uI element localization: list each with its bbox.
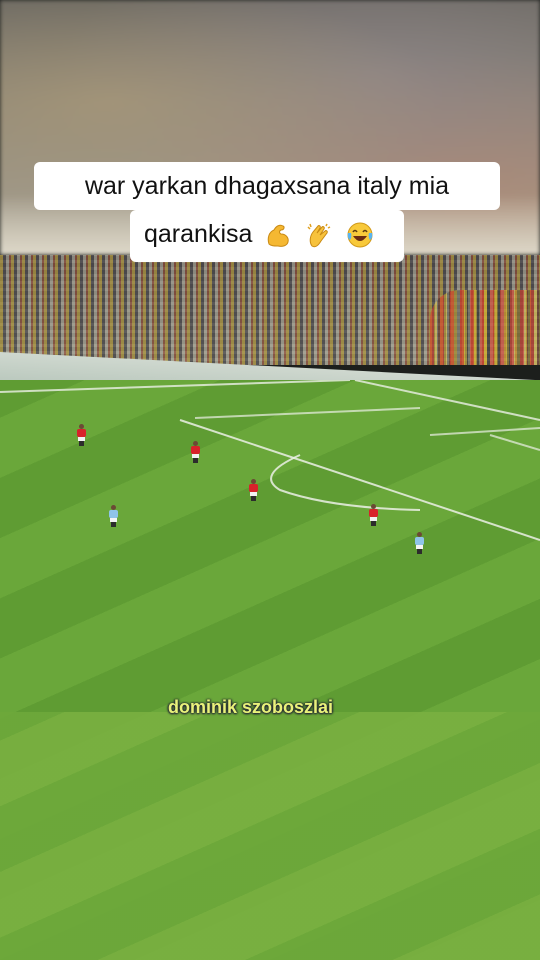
flexed-biceps-icon	[263, 220, 293, 250]
player-red	[248, 479, 258, 501]
caption-text-1: war yarkan dhagaxsana italy mia	[84, 172, 450, 200]
pitch-lower-half	[0, 712, 540, 960]
player-red	[368, 504, 378, 526]
player-name-label: dominik szoboszlai	[168, 697, 334, 717]
crowd-flags	[430, 290, 540, 365]
caption-text-2: qarankisa	[144, 220, 253, 248]
player-red	[76, 424, 86, 446]
caption-line-1: war yarkan dhagaxsana italy mia	[34, 162, 500, 210]
clapping-hands-icon	[304, 220, 334, 250]
player-blue	[414, 532, 424, 554]
video-frame[interactable]: war yarkan dhagaxsana italy mia qarankis…	[0, 0, 540, 960]
player-red	[190, 441, 200, 463]
player-blue	[108, 505, 118, 527]
caption-line-2: qarankisa	[130, 210, 404, 262]
tears-of-joy-icon	[345, 220, 375, 250]
